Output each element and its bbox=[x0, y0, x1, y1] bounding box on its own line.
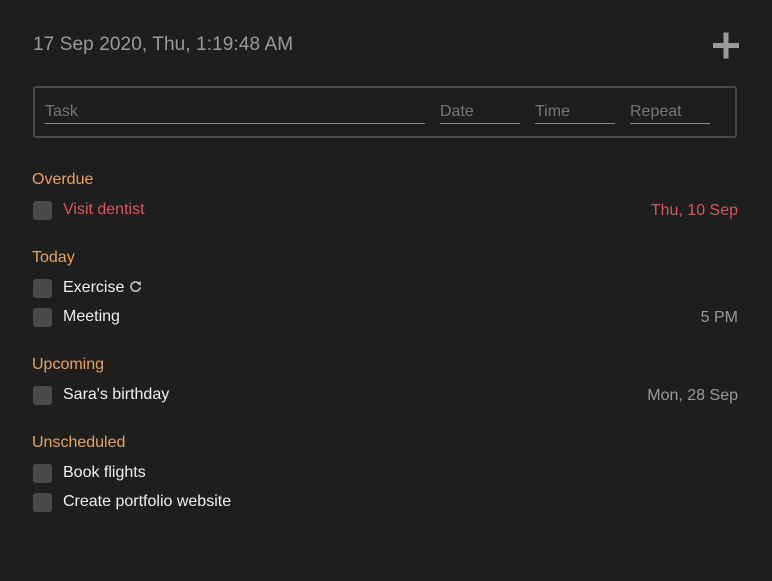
new-task-form bbox=[33, 86, 737, 138]
task-row: Meeting 5 PM bbox=[33, 307, 738, 329]
task-row: Visit dentist Thu, 10 Sep bbox=[33, 200, 738, 222]
time-input[interactable] bbox=[535, 102, 615, 124]
task-date: Mon, 28 Sep bbox=[647, 387, 738, 404]
task-label[interactable]: Exercise bbox=[63, 279, 124, 296]
task-label[interactable]: Visit dentist bbox=[63, 201, 145, 219]
task-label[interactable]: Sara's birthday bbox=[63, 386, 169, 404]
repeat-input[interactable] bbox=[630, 102, 710, 124]
task-label-wrap: Exercise bbox=[63, 279, 142, 297]
repeat-icon bbox=[130, 280, 142, 292]
todo-app: 17 Sep 2020, Thu, 1:19:48 AM Overdue Vis… bbox=[0, 0, 772, 581]
task-row: Exercise bbox=[33, 278, 738, 300]
task-date: 5 PM bbox=[700, 309, 738, 326]
task-checkbox[interactable] bbox=[33, 201, 52, 220]
section-title-today: Today bbox=[32, 249, 75, 266]
task-row: Sara's birthday Mon, 28 Sep bbox=[33, 385, 738, 407]
task-input[interactable] bbox=[45, 102, 425, 124]
date-input[interactable] bbox=[440, 102, 520, 124]
task-checkbox[interactable] bbox=[33, 279, 52, 298]
task-checkbox[interactable] bbox=[33, 464, 52, 483]
add-task-button[interactable] bbox=[710, 30, 742, 62]
current-datetime: 17 Sep 2020, Thu, 1:19:48 AM bbox=[33, 34, 294, 55]
task-label[interactable]: Create portfolio website bbox=[63, 493, 231, 511]
task-checkbox[interactable] bbox=[33, 308, 52, 327]
task-label[interactable]: Book flights bbox=[63, 464, 146, 482]
task-date: Thu, 10 Sep bbox=[650, 202, 738, 219]
task-row: Book flights bbox=[33, 463, 738, 485]
task-checkbox[interactable] bbox=[33, 386, 52, 405]
section-title-overdue: Overdue bbox=[32, 171, 94, 188]
plus-icon bbox=[713, 32, 739, 59]
task-row: Create portfolio website bbox=[33, 492, 738, 514]
section-title-unscheduled: Unscheduled bbox=[32, 434, 126, 451]
section-title-upcoming: Upcoming bbox=[32, 356, 105, 373]
task-label[interactable]: Meeting bbox=[63, 308, 120, 326]
task-checkbox[interactable] bbox=[33, 493, 52, 512]
